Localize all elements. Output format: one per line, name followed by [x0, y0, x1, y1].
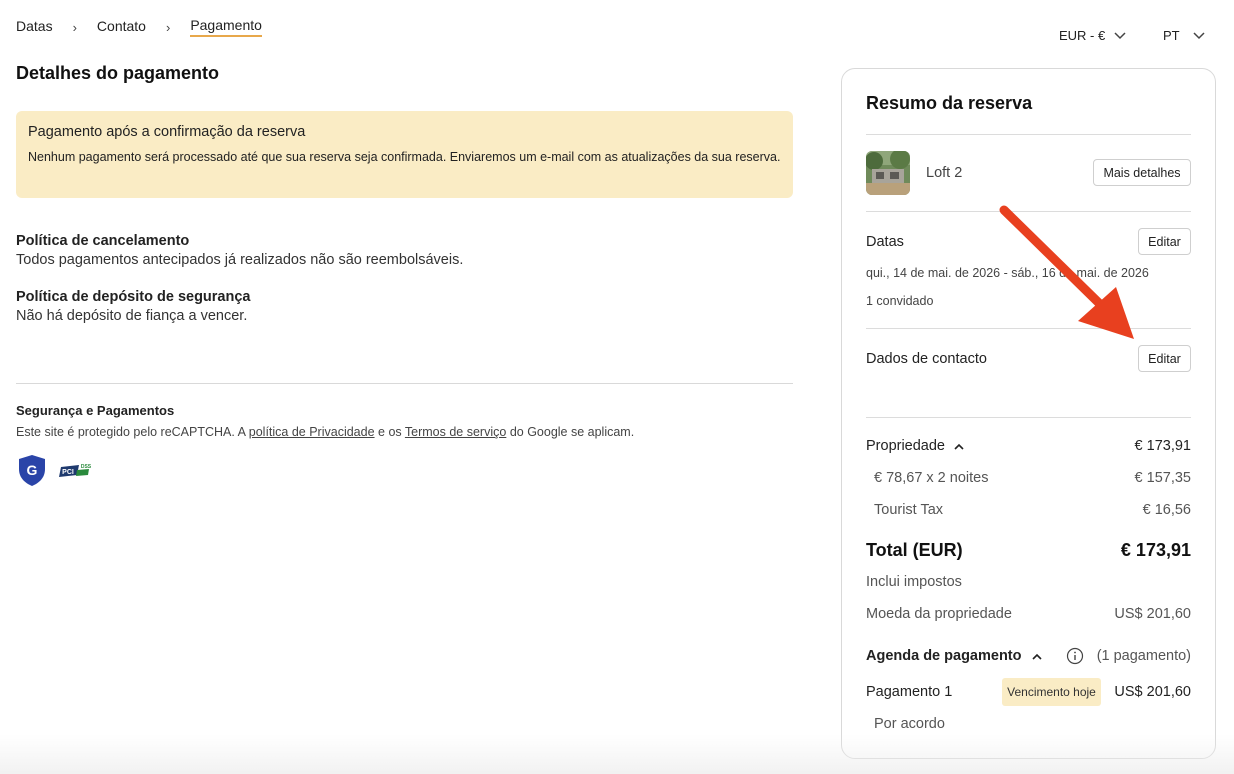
notice-title: Pagamento após a confirmação da reserva	[28, 124, 306, 140]
nights-label: € 78,67 x 2 noites	[874, 470, 989, 486]
svg-text:DSS: DSS	[81, 464, 92, 470]
privacy-policy-link[interactable]: política de Privacidade	[249, 425, 375, 439]
breadcrumb-item-contato[interactable]: Contato	[97, 18, 146, 36]
notice-text: Nenhum pagamento será processado até que…	[28, 150, 781, 164]
edit-contact-button[interactable]: Editar	[1138, 345, 1191, 372]
property-amount: € 173,91	[1134, 438, 1191, 454]
breadcrumb-item-pagamento[interactable]: Pagamento	[190, 17, 262, 37]
total-amount: € 173,91	[1120, 540, 1191, 560]
more-details-button[interactable]: Mais detalhes	[1093, 159, 1191, 186]
property-name: Loft 2	[926, 165, 963, 181]
red-arrow-annotation-icon	[999, 205, 1134, 339]
payment-schedule-label: Agenda de pagamento	[866, 648, 1022, 664]
chevron-down-icon	[1193, 31, 1205, 39]
property-thumbnail	[866, 151, 910, 195]
cancellation-policy-text: Todos pagamentos antecipados já realizad…	[16, 252, 464, 268]
chevron-right-icon: ›	[72, 19, 77, 35]
google-shield-icon: G	[19, 455, 45, 486]
chevron-down-icon	[1114, 31, 1126, 39]
svg-text:PCI: PCI	[62, 469, 74, 476]
svg-text:G: G	[27, 462, 38, 478]
chevron-up-icon	[1031, 653, 1042, 660]
security-text-part: do Google se aplicam.	[506, 425, 635, 439]
chevron-right-icon: ›	[165, 19, 171, 35]
breadcrumb: Datas › Contato › Pagamento	[16, 17, 262, 37]
contact-label: Dados de contacto	[866, 351, 987, 367]
divider	[866, 134, 1191, 135]
payment-schedule-toggle[interactable]: Agenda de pagamento	[866, 648, 1042, 664]
divider	[16, 383, 793, 384]
pci-dss-badge-icon: PCI DSS	[59, 464, 92, 477]
deposit-policy: Política de depósito de segurança Não há…	[16, 289, 250, 324]
cancellation-policy-title: Política de cancelamento	[16, 233, 190, 249]
payment-count: (1 pagamento)	[1096, 648, 1191, 664]
summary-title: Resumo da reserva	[866, 93, 1033, 113]
property-currency-label: Moeda da propriedade	[866, 606, 1012, 622]
nights-amount: € 157,35	[1134, 470, 1191, 486]
deposit-policy-title: Política de depósito de segurança	[16, 289, 251, 305]
property-currency-amount: US$ 201,60	[1114, 606, 1191, 622]
security-text: Este site é protegido pelo reCAPTCHA. A …	[16, 425, 634, 439]
divider	[866, 417, 1191, 418]
security-title: Segurança e Pagamentos	[16, 403, 175, 418]
guest-count: 1 convidado	[866, 294, 934, 308]
due-today-badge: Vencimento hoje	[1002, 678, 1101, 706]
deposit-policy-text: Não há depósito de fiança a vencer.	[16, 308, 248, 324]
payment-1-amount: US$ 201,60	[1114, 684, 1191, 700]
page-title: Detalhes do pagamento	[16, 63, 220, 83]
terms-of-service-link[interactable]: Termos de serviço	[405, 425, 506, 439]
property-label: Propriedade	[866, 438, 945, 454]
payment-1-note: Por acordo	[874, 716, 945, 732]
total-label: Total (EUR)	[866, 540, 963, 560]
payment-1-label: Pagamento 1	[866, 684, 953, 700]
currency-select-value: EUR - €	[1059, 28, 1106, 43]
language-select[interactable]: PT	[1163, 28, 1205, 43]
includes-taxes: Inclui impostos	[866, 574, 962, 590]
tax-amount: € 16,56	[1142, 502, 1191, 518]
info-icon[interactable]	[1066, 647, 1084, 665]
currency-select[interactable]: EUR - €	[1059, 28, 1126, 43]
dates-label: Datas	[866, 234, 904, 250]
property-toggle[interactable]: Propriedade	[866, 438, 964, 454]
payment-notice: Pagamento após a confirmação da reserva …	[16, 111, 793, 198]
security-text-part: e os	[374, 425, 405, 439]
cancellation-policy: Política de cancelamento Todos pagamento…	[16, 233, 463, 268]
edit-dates-button[interactable]: Editar	[1138, 228, 1191, 255]
language-select-value: PT	[1163, 28, 1180, 43]
tax-label: Tourist Tax	[874, 502, 944, 518]
chevron-up-icon	[954, 443, 964, 450]
breadcrumb-item-datas[interactable]: Datas	[16, 18, 53, 36]
security-text-part: Este site é protegido pelo reCAPTCHA. A	[16, 425, 249, 439]
